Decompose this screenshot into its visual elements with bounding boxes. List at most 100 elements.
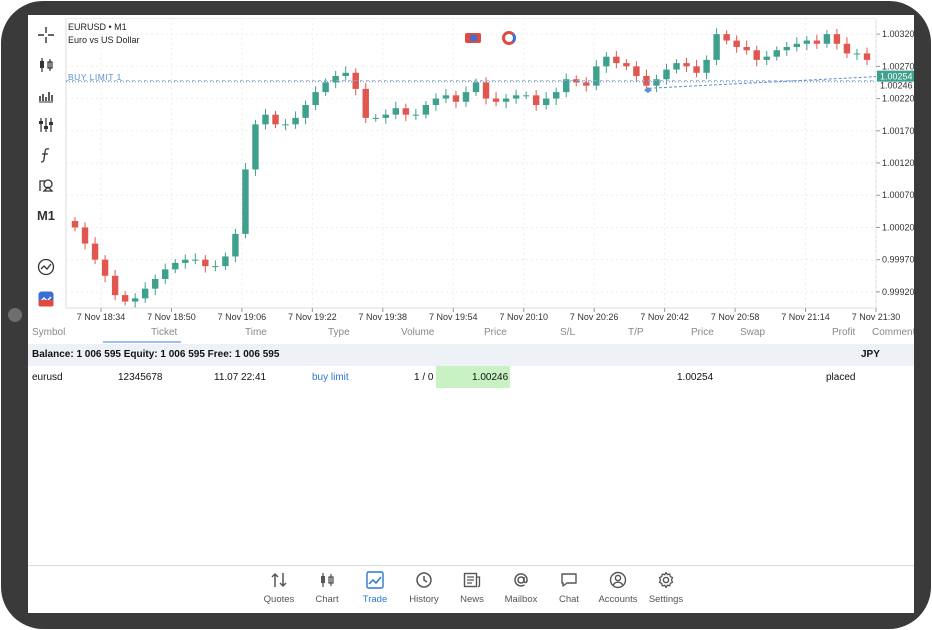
candle-body bbox=[823, 34, 831, 44]
row-symbol: eurusd bbox=[32, 372, 63, 383]
nav-mailbox[interactable]: Mailbox bbox=[495, 570, 547, 610]
candle-body bbox=[813, 40, 821, 44]
function-icon[interactable] bbox=[32, 143, 60, 167]
row-current-price: 1.00254 bbox=[677, 372, 714, 383]
price-axis-label: 1.00170 bbox=[882, 126, 914, 136]
nav-chat[interactable]: Chat bbox=[543, 570, 595, 610]
indicators-icon[interactable] bbox=[32, 83, 60, 107]
candle-body bbox=[202, 259, 209, 267]
price-chart[interactable]: 1.00320 1.00270 1.00220 1.00170 1.00120 1.000… bbox=[64, 18, 914, 326]
row-ticket: 12345678 bbox=[118, 372, 163, 383]
col-current-price[interactable]: Price bbox=[691, 327, 714, 338]
chart-icon bbox=[301, 570, 353, 590]
candle-body bbox=[733, 40, 740, 47]
candle-body bbox=[633, 66, 640, 76]
candle-body bbox=[81, 227, 89, 244]
chart-canvas[interactable]: 1.00320 1.00270 1.00220 1.00170 1.00120 1.000… bbox=[64, 18, 914, 326]
col-volume[interactable]: Volume bbox=[401, 327, 434, 338]
price-axis-label: 0.99920 bbox=[882, 287, 914, 297]
row-time: 11.07 22:41 bbox=[214, 372, 267, 383]
candle-body bbox=[583, 82, 590, 86]
candle-body bbox=[512, 95, 520, 99]
candle-body bbox=[462, 92, 470, 102]
nav-history[interactable]: History bbox=[398, 570, 450, 610]
time-axis-label: 7 Nov 21:14 bbox=[781, 312, 830, 322]
objects-icon[interactable] bbox=[32, 173, 60, 197]
chart-symbol-description: Euro vs US Dollar bbox=[68, 35, 140, 45]
candle-body bbox=[673, 63, 680, 70]
col-price[interactable]: Price bbox=[484, 327, 507, 338]
nav-label: Settings bbox=[648, 594, 684, 605]
nav-label: History bbox=[409, 594, 439, 605]
table-row[interactable]: eurusd 12345678 11.07 22:41 buy limit 1 … bbox=[28, 366, 914, 390]
candle-body bbox=[262, 114, 269, 125]
nav-news[interactable]: News bbox=[446, 570, 498, 610]
col-sl[interactable]: S/L bbox=[560, 327, 575, 338]
candle-body bbox=[342, 72, 349, 76]
nav-label: Accounts bbox=[598, 594, 638, 605]
nav-chart[interactable]: Chart bbox=[301, 570, 353, 610]
candle-body bbox=[372, 117, 379, 119]
candle-body bbox=[452, 95, 460, 102]
nav-accounts[interactable]: Accounts bbox=[592, 570, 644, 610]
col-comment[interactable]: Comment bbox=[872, 327, 914, 338]
candle-body bbox=[522, 95, 530, 97]
price-axis-label: 1.00270 bbox=[882, 61, 914, 71]
candle-body bbox=[131, 298, 139, 302]
candle-body bbox=[773, 50, 780, 57]
chart-type-icon[interactable] bbox=[32, 53, 60, 77]
time-axis-label: 7 Nov 19:54 bbox=[429, 312, 478, 322]
candle-body bbox=[71, 221, 79, 228]
account-currency: JPY bbox=[861, 349, 880, 360]
nav-quotes[interactable]: Quotes bbox=[253, 570, 305, 610]
one-click-trading-icon[interactable] bbox=[32, 287, 60, 311]
candle-body bbox=[853, 53, 861, 55]
col-time[interactable]: Time bbox=[245, 327, 267, 338]
candle-body bbox=[663, 69, 670, 80]
candle-body bbox=[322, 82, 329, 93]
candle-body bbox=[532, 95, 540, 105]
candle-body bbox=[282, 124, 289, 126]
news-icon bbox=[446, 570, 498, 590]
candle-body bbox=[693, 66, 700, 73]
row-status: placed bbox=[826, 372, 856, 383]
candle-body bbox=[182, 259, 189, 263]
col-profit[interactable]: Profit bbox=[832, 327, 855, 338]
time-axis-label: 7 Nov 18:50 bbox=[147, 312, 196, 322]
depth-of-market-button[interactable] bbox=[502, 31, 516, 45]
col-type[interactable]: Type bbox=[328, 327, 350, 338]
one-click-panel-button[interactable] bbox=[465, 33, 481, 43]
candle-body bbox=[242, 169, 249, 234]
buy-limit-label: BUY LIMIT 1 bbox=[68, 72, 122, 82]
candle-body bbox=[222, 256, 229, 267]
time-axis-label: 7 Nov 20:26 bbox=[570, 312, 619, 322]
nav-trade[interactable]: Trade bbox=[349, 570, 401, 610]
chat-icon bbox=[543, 570, 595, 590]
app-screen: M1 1.00320 1.00270 1.00220 1.00170 1.00120 1.… bbox=[28, 15, 914, 613]
balance-row: Balance: 1 006 595 Equity: 1 006 595 Fre… bbox=[28, 344, 914, 366]
candle-body bbox=[101, 259, 109, 276]
row-volume: 1 / 0 bbox=[414, 372, 434, 383]
candle-body bbox=[653, 79, 660, 86]
settings-sliders-icon[interactable] bbox=[32, 113, 60, 137]
candle-body bbox=[272, 114, 279, 125]
nav-label: Quotes bbox=[263, 594, 295, 605]
nav-settings[interactable]: Settings bbox=[640, 570, 692, 610]
time-axis-label: 7 Nov 18:34 bbox=[77, 312, 126, 322]
timeframe-button[interactable]: M1 bbox=[32, 203, 60, 227]
candle-body bbox=[442, 95, 450, 99]
col-ticket[interactable]: Ticket bbox=[151, 327, 177, 338]
candle-body bbox=[613, 56, 620, 64]
candle-body bbox=[162, 269, 169, 279]
home-button[interactable] bbox=[8, 308, 22, 322]
col-swap[interactable]: Swap bbox=[740, 327, 765, 338]
candle-body bbox=[172, 262, 179, 270]
col-tp[interactable]: T/P bbox=[628, 327, 644, 338]
crosshair-icon[interactable] bbox=[32, 23, 60, 47]
col-symbol[interactable]: Symbol bbox=[32, 327, 65, 338]
candle-body bbox=[292, 117, 299, 125]
bottom-navigation: Quotes Chart Trade History News Mailbox … bbox=[28, 565, 914, 613]
candle-body bbox=[593, 66, 600, 86]
candle-body bbox=[152, 279, 159, 289]
trade-chart-icon[interactable] bbox=[32, 255, 60, 279]
